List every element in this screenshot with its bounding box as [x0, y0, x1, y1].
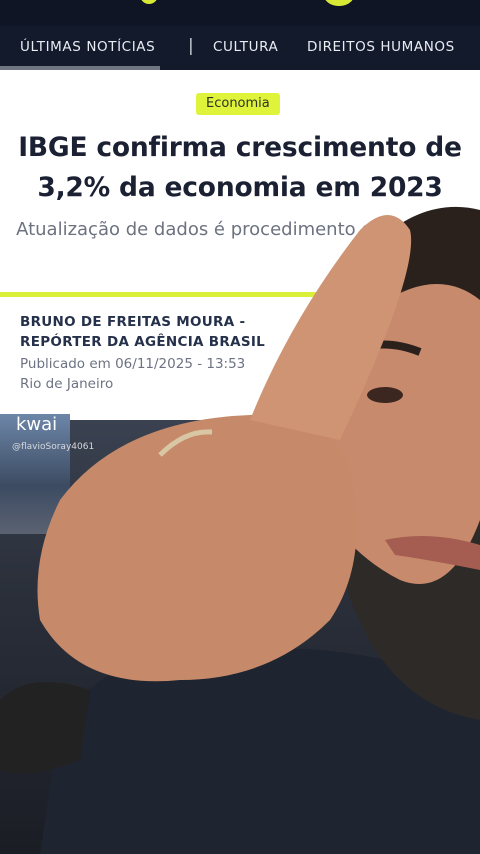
presenter-eye [367, 387, 403, 403]
presenter-overlay [0, 206, 480, 854]
kwai-username: @flavioSoray4061 [12, 442, 95, 452]
presenter-wrist [0, 682, 90, 774]
presenter-hand [37, 414, 357, 682]
kwai-logo: kwai [16, 414, 58, 435]
